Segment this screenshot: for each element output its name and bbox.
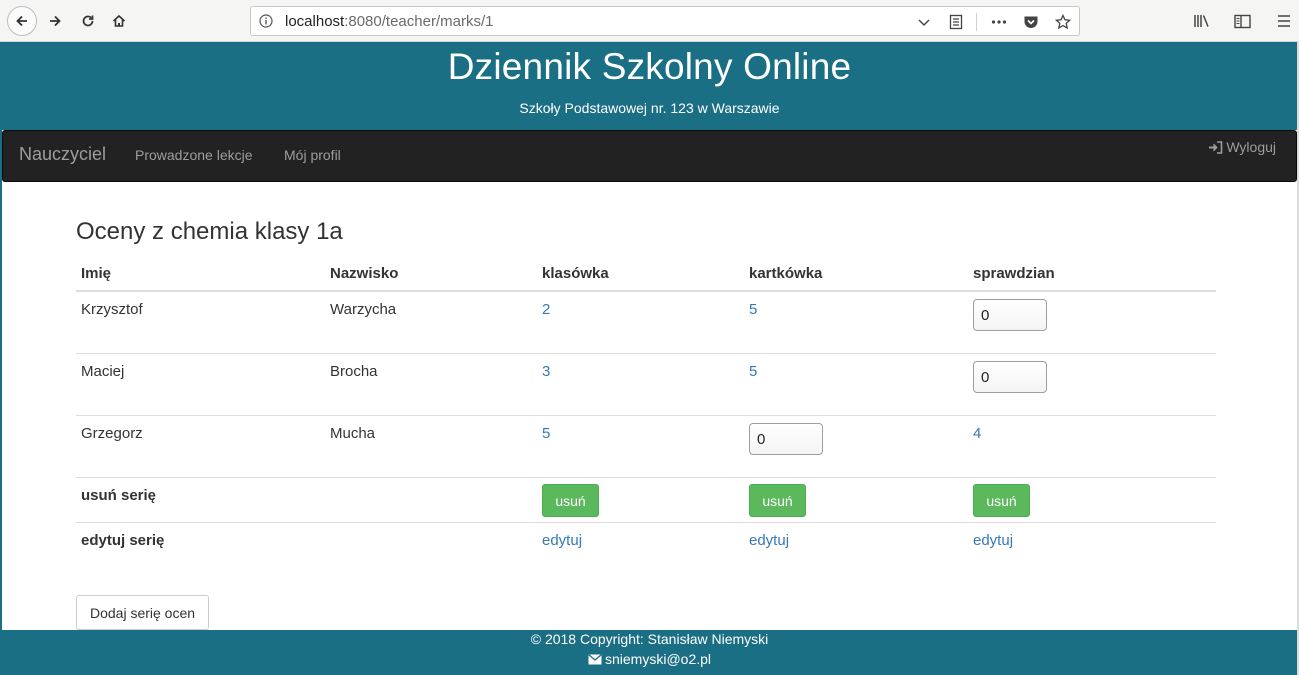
library-icon[interactable]: [1191, 10, 1213, 32]
grade-input[interactable]: [749, 423, 823, 455]
more-actions-icon[interactable]: [989, 13, 1009, 31]
table-row: Krzysztof Warzycha 2 5: [76, 292, 1216, 354]
home-button[interactable]: [104, 6, 134, 36]
navbar: Nauczyciel Prowadzone lekcje Mój profil …: [2, 130, 1297, 182]
url-text[interactable]: localhost:8080/teacher/marks/1: [285, 13, 493, 30]
delete-series-button[interactable]: usuń: [973, 484, 1030, 517]
footer-email-text[interactable]: sniemyski@o2.pl: [605, 651, 711, 667]
last-name-cell: Brocha: [330, 363, 378, 380]
bookmark-star-icon[interactable]: [1053, 13, 1073, 31]
grade-link[interactable]: 2: [542, 301, 550, 318]
delete-series-button[interactable]: usuń: [749, 484, 806, 517]
grade-input[interactable]: [973, 299, 1047, 331]
edit-series-row: edytuj serię edytuj edytuj edytuj: [76, 523, 1216, 568]
delete-series-button[interactable]: usuń: [542, 484, 599, 517]
nav-link-profile[interactable]: Mój profil: [284, 147, 341, 163]
table-row: Maciej Brocha 3 5: [76, 354, 1216, 416]
marks-table: Imię Nazwisko klasówka kartkówka sprawdz…: [76, 255, 1216, 568]
site-title: Dziennik Szkolny Online: [447, 46, 852, 87]
delete-series-row: usuń serię usuń usuń usuń: [76, 478, 1216, 523]
logout-label: Wyloguj: [1226, 139, 1276, 155]
grade-link[interactable]: 5: [542, 425, 550, 442]
grade-link[interactable]: 5: [749, 301, 757, 318]
site-footer: © 2018 Copyright: Stanisław Niemyski sni…: [2, 630, 1297, 675]
chevron-down-icon[interactable]: [914, 13, 934, 31]
first-name-cell: Krzysztof: [81, 301, 143, 318]
menu-icon[interactable]: [1273, 10, 1295, 32]
info-icon[interactable]: [259, 14, 273, 28]
site-header: Dziennik Szkolny Online Szkoły Podstawow…: [2, 42, 1297, 130]
column-header-sprawdzian: sprawdzian: [973, 265, 1055, 282]
page-title: Oceny z chemia klasy 1a: [76, 218, 343, 245]
url-path: :8080/teacher/marks/1: [344, 13, 494, 30]
delete-series-label: usuń serię: [81, 487, 157, 504]
footer-email: sniemyski@o2.pl: [2, 651, 1297, 667]
reader-view-icon[interactable]: [946, 13, 966, 31]
divider: [976, 13, 977, 31]
grade-link[interactable]: 3: [542, 363, 550, 380]
back-button[interactable]: [7, 6, 37, 36]
first-name-cell: Maciej: [81, 363, 125, 380]
column-header-first-name: Imię: [81, 265, 112, 282]
column-header-kartkowka: kartkówka: [749, 265, 823, 282]
column-header-last-name: Nazwisko: [330, 265, 399, 282]
column-header-klasowka: klasówka: [542, 265, 609, 282]
login-icon: [1209, 140, 1223, 154]
navbar-brand[interactable]: Nauczyciel: [19, 144, 106, 165]
last-name-cell: Mucha: [330, 425, 376, 442]
footer-copyright: © 2018 Copyright: Stanisław Niemyski: [530, 631, 769, 647]
table-row: Grzegorz Mucha 5 4: [76, 416, 1216, 478]
last-name-cell: Warzycha: [330, 301, 397, 318]
grade-input[interactable]: [973, 361, 1047, 393]
edit-series-link[interactable]: edytuj: [542, 532, 582, 549]
url-host: localhost: [285, 13, 345, 30]
first-name-cell: Grzegorz: [81, 425, 143, 442]
site-subtitle: Szkoły Podstawowej nr. 123 w Warszawie: [519, 100, 780, 116]
edit-series-link[interactable]: edytuj: [749, 532, 789, 549]
grade-link[interactable]: 4: [973, 425, 981, 442]
logout-link[interactable]: Wyloguj: [1208, 139, 1276, 155]
table-header: Imię Nazwisko klasówka kartkówka sprawdz…: [76, 255, 1216, 292]
grade-link[interactable]: 5: [749, 363, 757, 380]
reload-button[interactable]: [73, 6, 103, 36]
envelope-icon: [588, 653, 602, 664]
edit-series-label: edytuj serię: [81, 532, 165, 549]
edit-series-link[interactable]: edytuj: [973, 532, 1013, 549]
add-series-button[interactable]: Dodaj serię ocen: [76, 595, 209, 630]
pocket-icon[interactable]: [1021, 13, 1041, 31]
browser-toolbar: localhost:8080/teacher/marks/1: [0, 0, 1299, 42]
forward-button[interactable]: [40, 6, 70, 36]
sidebar-icon[interactable]: [1231, 10, 1253, 32]
address-bar[interactable]: localhost:8080/teacher/marks/1: [250, 6, 1080, 36]
nav-link-lessons[interactable]: Prowadzone lekcje: [135, 147, 253, 163]
